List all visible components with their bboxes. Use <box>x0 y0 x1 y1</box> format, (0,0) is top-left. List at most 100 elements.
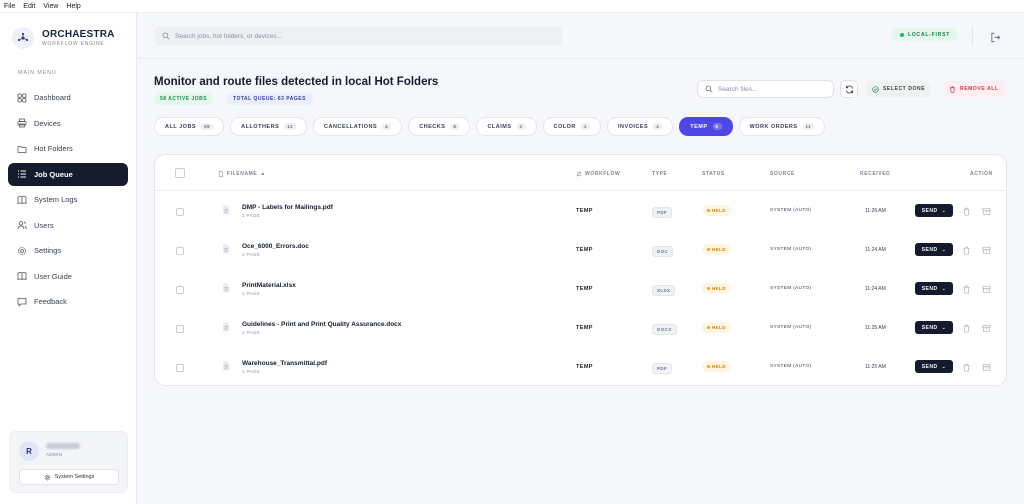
status-label: HELD <box>712 208 726 213</box>
row-checkbox[interactable] <box>176 208 184 216</box>
file-search-input[interactable] <box>717 85 833 93</box>
menu-view[interactable]: View <box>43 3 58 10</box>
workflow: TEMP <box>576 247 593 253</box>
send-button[interactable]: SEND ⌄ <box>915 282 953 295</box>
delete-row-button[interactable] <box>962 324 971 333</box>
filename[interactable]: Guidelines - Print and Print Quality Ass… <box>242 321 401 328</box>
sidebar-item-dashboard[interactable]: Dashboard <box>8 86 128 109</box>
file-info: Warehouse_Transmittal.pdf 1 PAGE <box>242 360 327 374</box>
dashboard-icon <box>17 93 27 102</box>
sidebar-item-job-queue[interactable]: Job Queue <box>8 162 128 186</box>
file-info: PrintMaterial.xlsx 1 PAGE <box>242 282 296 296</box>
tab-work-orders[interactable]: WORK ORDERS 11 <box>738 117 826 136</box>
tab-cancellations[interactable]: CANCELLATIONS 4 <box>313 117 403 136</box>
tab-claims[interactable]: CLAIMS 2 <box>476 117 537 136</box>
chevron-down-icon: ⌄ <box>941 324 947 331</box>
tab-count: 4 <box>653 123 663 130</box>
delete-row-button[interactable] <box>962 363 971 372</box>
menu-edit[interactable]: Edit <box>23 3 35 10</box>
received-time: 11:25 AM <box>865 325 886 331</box>
user-card: R ADMIN System Settings <box>9 431 128 493</box>
type-badge: DOCX <box>652 324 677 335</box>
menu-help[interactable]: Help <box>66 3 80 10</box>
system-settings-button[interactable]: System Settings <box>19 469 119 485</box>
send-button[interactable]: SEND ⌄ <box>915 204 953 217</box>
brand[interactable]: ORCHAESTRA WORKFLOW ENGINE <box>12 27 115 49</box>
archive-row-button[interactable] <box>982 246 991 255</box>
filename[interactable]: Warehouse_Transmittal.pdf <box>242 360 327 367</box>
chevron-down-icon: ⌄ <box>941 246 947 253</box>
total-queue-badge: TOTAL QUEUE: 63 PAGES <box>226 93 313 105</box>
avatar[interactable]: R <box>19 441 39 461</box>
sidebar-item-settings[interactable]: Settings <box>8 239 128 262</box>
sidebar-item-system-logs[interactable]: System Logs <box>8 188 128 211</box>
workflow: TEMP <box>576 325 593 331</box>
file-icon <box>222 361 230 371</box>
tab-all-jobs[interactable]: ALL JOBS 58 <box>154 117 225 136</box>
column-status: STATUS <box>702 171 725 177</box>
tab-color[interactable]: COLOR 1 <box>542 117 601 136</box>
archive-row-button[interactable] <box>982 324 991 333</box>
delete-row-button[interactable] <box>962 246 971 255</box>
sidebar-item-users[interactable]: Users <box>8 214 128 237</box>
tab-allothers[interactable]: ALLOTHERS 11 <box>230 117 308 136</box>
tab-label: CANCELLATIONS <box>324 123 378 130</box>
column-workflow[interactable]: WORKFLOW <box>576 171 620 177</box>
sidebar-item-devices[interactable]: Devices <box>8 112 128 135</box>
received-time: 11:24 AM <box>865 286 886 292</box>
archive-row-button[interactable] <box>982 363 991 372</box>
sidebar-item-feedback[interactable]: Feedback <box>8 290 128 313</box>
file-search[interactable] <box>697 80 834 98</box>
row-checkbox[interactable] <box>176 364 184 372</box>
send-button[interactable]: SEND ⌄ <box>915 321 953 334</box>
column-label: FILENAME <box>227 171 258 177</box>
tab-label: INVOICES <box>617 123 649 130</box>
send-button[interactable]: SEND ⌄ <box>915 360 953 373</box>
table-row[interactable]: Oce_6000_Errors.doc 1 PAGE TEMP DOC HELD… <box>155 231 1008 270</box>
table-row[interactable]: PrintMaterial.xlsx 1 PAGE TEMP XLSX HELD… <box>155 270 1008 309</box>
tab-invoices[interactable]: INVOICES 4 <box>606 117 674 136</box>
filename[interactable]: PrintMaterial.xlsx <box>242 282 296 289</box>
delete-row-button[interactable] <box>962 207 971 216</box>
row-checkbox[interactable] <box>176 325 184 333</box>
select-all-checkbox[interactable] <box>175 168 185 178</box>
tab-temp[interactable]: TEMP 5 <box>679 117 733 136</box>
table-row[interactable]: Guidelines - Print and Print Quality Ass… <box>155 309 1008 348</box>
global-search-input[interactable] <box>175 32 535 40</box>
delete-row-button[interactable] <box>962 285 971 294</box>
remove-all-button[interactable]: REMOVE ALL <box>943 81 1005 97</box>
tab-checks[interactable]: CHECKS 8 <box>408 117 471 136</box>
sidebar-item-hot-folders[interactable]: Hot Folders <box>8 137 128 160</box>
column-received: RECEIVED <box>860 171 890 177</box>
status-badge: HELD <box>702 322 731 333</box>
menu-file[interactable]: File <box>4 3 15 10</box>
workflow: TEMP <box>576 286 593 292</box>
received-time: 11:24 AM <box>865 247 886 253</box>
archive-row-button[interactable] <box>982 285 991 294</box>
status-badge: HELD <box>702 361 731 372</box>
table-row[interactable]: Warehouse_Transmittal.pdf 1 PAGE TEMP PD… <box>155 348 1008 387</box>
received-time: 11:26 AM <box>865 208 886 214</box>
refresh-button[interactable] <box>840 80 858 98</box>
row-checkbox[interactable] <box>176 247 184 255</box>
gear-icon <box>18 246 26 255</box>
row-checkbox[interactable] <box>176 286 184 294</box>
status-dot-icon <box>707 209 710 212</box>
global-search[interactable] <box>154 26 562 46</box>
sidebar-item-label: Settings <box>34 246 62 255</box>
page-title: Monitor and route files detected in loca… <box>154 76 439 88</box>
logout-button[interactable] <box>990 30 1001 48</box>
table-row[interactable]: DMP - Labels for Mailings.pdf 1 PAGE TEM… <box>155 192 1008 231</box>
send-button[interactable]: SEND ⌄ <box>915 243 953 256</box>
column-action: ACTION <box>970 171 993 177</box>
column-filename[interactable]: FILENAME ▲ <box>218 171 266 177</box>
menubar: File Edit View Help <box>0 0 1024 13</box>
tab-count: 58 <box>201 123 214 130</box>
trash-icon <box>963 363 970 372</box>
sidebar-item-user-guide[interactable]: User Guide <box>8 265 128 288</box>
select-done-button[interactable]: SELECT DONE <box>866 81 932 97</box>
filename[interactable]: DMP - Labels for Mailings.pdf <box>242 204 333 211</box>
archive-row-button[interactable] <box>982 207 991 216</box>
table-header: FILENAME ▲ WORKFLOW TYPE STATUS SOURCE R… <box>155 155 1008 191</box>
filename[interactable]: Oce_6000_Errors.doc <box>242 243 309 250</box>
